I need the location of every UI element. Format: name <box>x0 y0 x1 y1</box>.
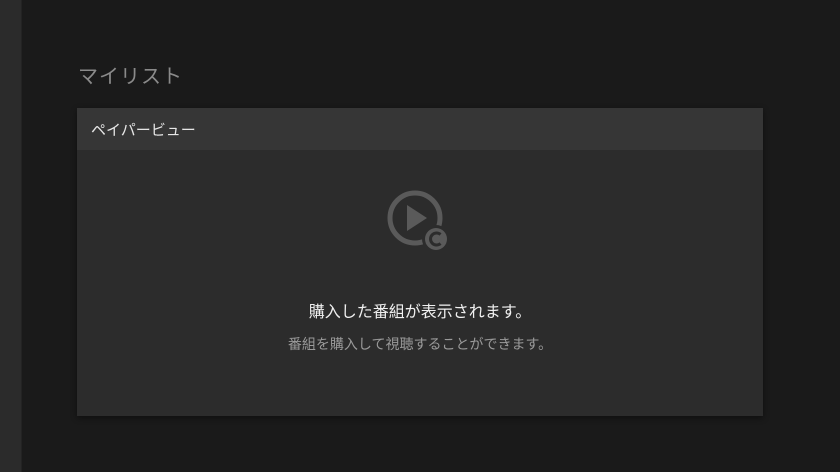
card-header: ペイパービュー <box>77 108 763 150</box>
empty-state-subtext: 番組を購入して視聴することができます。 <box>287 337 553 353</box>
app-root: マイリスト ペイパービュー 購入した番組が表示されます。 番組を購入して視聴する… <box>0 0 840 472</box>
empty-state: 購入した番組が表示されます。 番組を購入して視聴することができます。 <box>77 188 763 354</box>
card-header-title: ペイパービュー <box>91 120 196 139</box>
pay-per-view-card: ペイパービュー 購入した番組が表示されます。 番組を購入して視聴することができま… <box>77 108 763 416</box>
page-title: マイリスト <box>78 64 183 88</box>
empty-state-heading: 購入した番組が表示されます。 <box>308 302 532 321</box>
play-paid-icon <box>385 188 455 258</box>
sidebar <box>0 0 22 472</box>
